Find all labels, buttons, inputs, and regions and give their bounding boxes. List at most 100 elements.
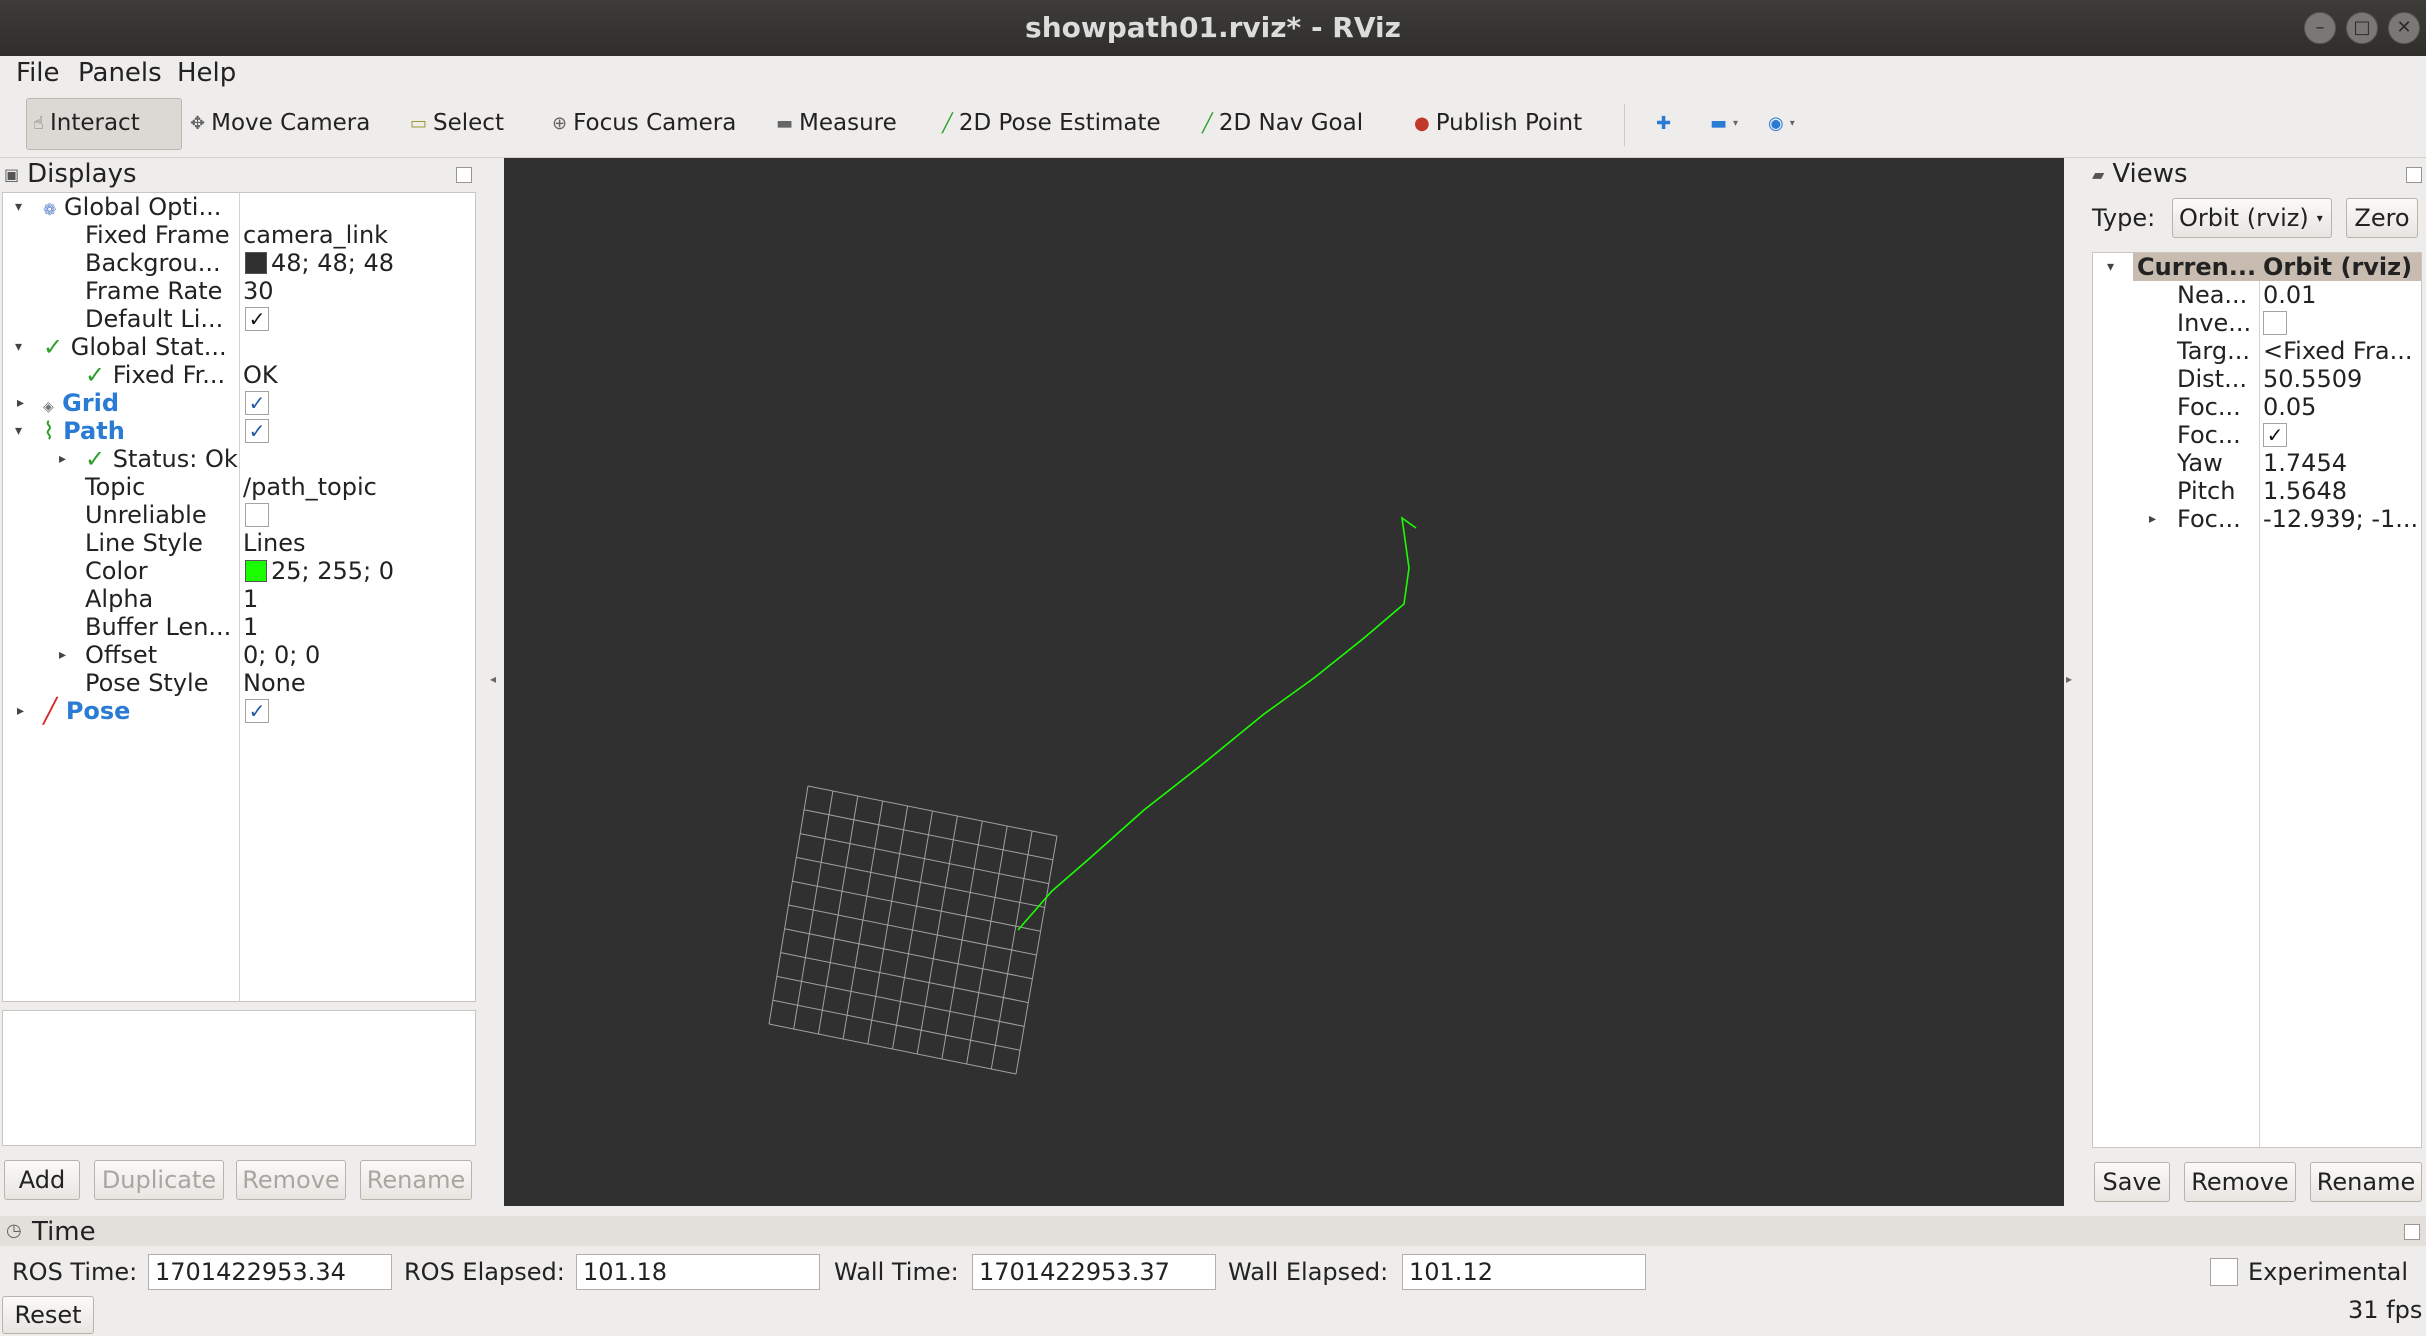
rename-view-button[interactable]: Rename [2310, 1162, 2422, 1202]
tree-item-global-options[interactable]: ❁ Global Opti... [43, 193, 221, 221]
panel-visibility-button[interactable]: ◉ ▾ [1762, 98, 1801, 150]
offset-value[interactable]: 0; 0; 0 [243, 641, 320, 669]
experimental-checkbox[interactable] [2210, 1258, 2238, 1286]
wall-time-field[interactable]: 1701422953.37 [972, 1254, 1216, 1290]
target-frame-value[interactable]: <Fixed Fra... [2263, 337, 2412, 365]
alpha-value[interactable]: 1 [243, 585, 258, 613]
unreliable-checkbox[interactable] [245, 503, 269, 527]
left-splitter-handle-icon[interactable]: ◂ [490, 672, 496, 686]
duplicate-display-button[interactable]: Duplicate [94, 1160, 224, 1200]
color-label: Color [85, 557, 148, 585]
views-float-button[interactable] [2406, 167, 2422, 183]
expand-arrow-icon[interactable]: ▾ [2107, 253, 2114, 281]
pose-label: Pose [65, 697, 131, 725]
path-status[interactable]: ✓ Status: Ok [85, 445, 238, 473]
close-button[interactable]: ✕ [2388, 12, 2420, 44]
save-view-button[interactable]: Save [2094, 1162, 2170, 1202]
expand-arrow-icon[interactable]: ▾ [15, 333, 22, 361]
path-enabled-checkbox[interactable]: ✓ [245, 419, 269, 443]
displays-float-button[interactable] [456, 167, 472, 183]
remove-display-button[interactable]: Remove [236, 1160, 346, 1200]
collapse-arrow-icon[interactable]: ▸ [2149, 505, 2156, 533]
color-value[interactable]: 25; 255; 0 [245, 557, 394, 585]
tool-select[interactable]: ▭ Select [404, 98, 510, 150]
pitch-value[interactable]: 1.5648 [2263, 477, 2347, 505]
tool-interact[interactable]: ☝ Interact [26, 98, 182, 150]
minimize-button[interactable]: – [2304, 12, 2336, 44]
target-frame-label: Targ... [2177, 337, 2250, 365]
right-splitter-handle-icon[interactable]: ▸ [2066, 672, 2072, 686]
invert-z-checkbox[interactable] [2263, 311, 2287, 335]
displays-title: Displays [27, 159, 137, 190]
background-value[interactable]: 48; 48; 48 [245, 249, 394, 277]
tool-2d-nav-goal[interactable]: ╱ 2D Nav Goal [1196, 98, 1369, 150]
focal-shape-size-value[interactable]: 0.05 [2263, 393, 2316, 421]
reset-button[interactable]: Reset [2, 1296, 94, 1334]
tool-publish-point-label: Publish Point [1435, 110, 1583, 137]
expand-arrow-icon[interactable]: ▾ [15, 417, 22, 445]
collapse-arrow-icon[interactable]: ▸ [17, 697, 24, 725]
add-display-button[interactable]: Add [4, 1160, 80, 1200]
wall-elapsed-field[interactable]: 101.12 [1402, 1254, 1646, 1290]
menu-help[interactable]: Help [177, 58, 236, 89]
near-clip-value[interactable]: 0.01 [2263, 281, 2316, 309]
menu-bar: File Panels Help [0, 56, 2426, 90]
focal-shape-fixed-checkbox[interactable]: ✓ [2263, 423, 2287, 447]
line-style-value[interactable]: Lines [243, 529, 306, 557]
tool-measure[interactable]: ▬ Measure [770, 98, 903, 150]
chevron-down-icon: ▾ [2316, 210, 2323, 225]
distance-value[interactable]: 50.5509 [2263, 365, 2362, 393]
time-panel-header: ◷ Time [0, 1216, 2426, 1247]
time-title: Time [32, 1217, 96, 1247]
default-light-checkbox[interactable]: ✓ [245, 307, 269, 331]
topic-value[interactable]: /path_topic [243, 473, 377, 501]
ros-time-field[interactable]: 1701422953.34 [148, 1254, 392, 1290]
collapse-arrow-icon[interactable]: ▸ [17, 389, 24, 417]
menu-file[interactable]: File [16, 58, 60, 89]
pose-style-value[interactable]: None [243, 669, 306, 697]
tool-publish-point[interactable]: ● Publish Point [1408, 98, 1588, 150]
hand-icon: ☝ [33, 113, 44, 135]
pose-enabled-checkbox[interactable]: ✓ [245, 699, 269, 723]
tool-move-camera[interactable]: ✥ Move Camera [184, 98, 376, 150]
zero-view-button[interactable]: Zero [2346, 198, 2418, 238]
maximize-button[interactable]: □ [2346, 12, 2378, 44]
path-icon: ⌇ [43, 417, 55, 445]
tool-focus-camera[interactable]: ⊕ Focus Camera [546, 98, 742, 150]
grid-enabled-checkbox[interactable]: ✓ [245, 391, 269, 415]
focal-point-value[interactable]: -12.939; -1... [2263, 505, 2418, 533]
collapse-arrow-icon[interactable]: ▸ [59, 641, 66, 669]
frame-rate-value[interactable]: 30 [243, 277, 274, 305]
ros-elapsed-label: ROS Elapsed: [404, 1258, 565, 1286]
fixed-frame-status-label: Fixed Fr... [112, 361, 226, 389]
tree-item-path[interactable]: ⌇ Path [43, 417, 125, 445]
3d-viewport[interactable] [504, 158, 2064, 1206]
checkmark-icon: ✓ [248, 307, 266, 331]
remove-tool-button[interactable]: ▬ ▾ [1704, 98, 1744, 150]
fixed-frame-status-value: OK [243, 361, 278, 389]
expand-arrow-icon[interactable]: ▾ [15, 193, 22, 221]
buffer-length-label: Buffer Len... [85, 613, 232, 641]
time-float-button[interactable] [2404, 1224, 2420, 1240]
collapse-arrow-icon[interactable]: ▸ [59, 445, 66, 473]
remove-view-button[interactable]: Remove [2184, 1162, 2296, 1202]
view-type-select[interactable]: Orbit (rviz) ▾ [2172, 198, 2332, 238]
fixed-frame-label: Fixed Frame [85, 221, 230, 249]
tool-2d-pose-estimate[interactable]: ╱ 2D Pose Estimate [936, 98, 1167, 150]
menu-panels[interactable]: Panels [78, 58, 162, 89]
add-tool-button[interactable]: ✚ [1650, 98, 1677, 150]
focal-shape-size-label: Foc... [2177, 393, 2241, 421]
fixed-frame-value[interactable]: camera_link [243, 221, 388, 249]
buffer-length-value[interactable]: 1 [243, 613, 258, 641]
ros-elapsed-field[interactable]: 101.18 [576, 1254, 820, 1290]
rename-display-button[interactable]: Rename [360, 1160, 472, 1200]
ruler-icon: ▬ [776, 113, 794, 135]
yaw-value[interactable]: 1.7454 [2263, 449, 2347, 477]
path-color-swatch [245, 560, 267, 582]
map-pin-icon: ● [1414, 113, 1430, 135]
tree-item-global-status[interactable]: ✓ Global Stat... [43, 333, 227, 361]
ros-time-label: ROS Time: [12, 1258, 138, 1286]
tree-item-pose[interactable]: ╱ Pose [43, 697, 130, 725]
tree-item-grid[interactable]: ◈ Grid [43, 389, 119, 417]
move-camera-icon: ✥ [190, 113, 206, 135]
